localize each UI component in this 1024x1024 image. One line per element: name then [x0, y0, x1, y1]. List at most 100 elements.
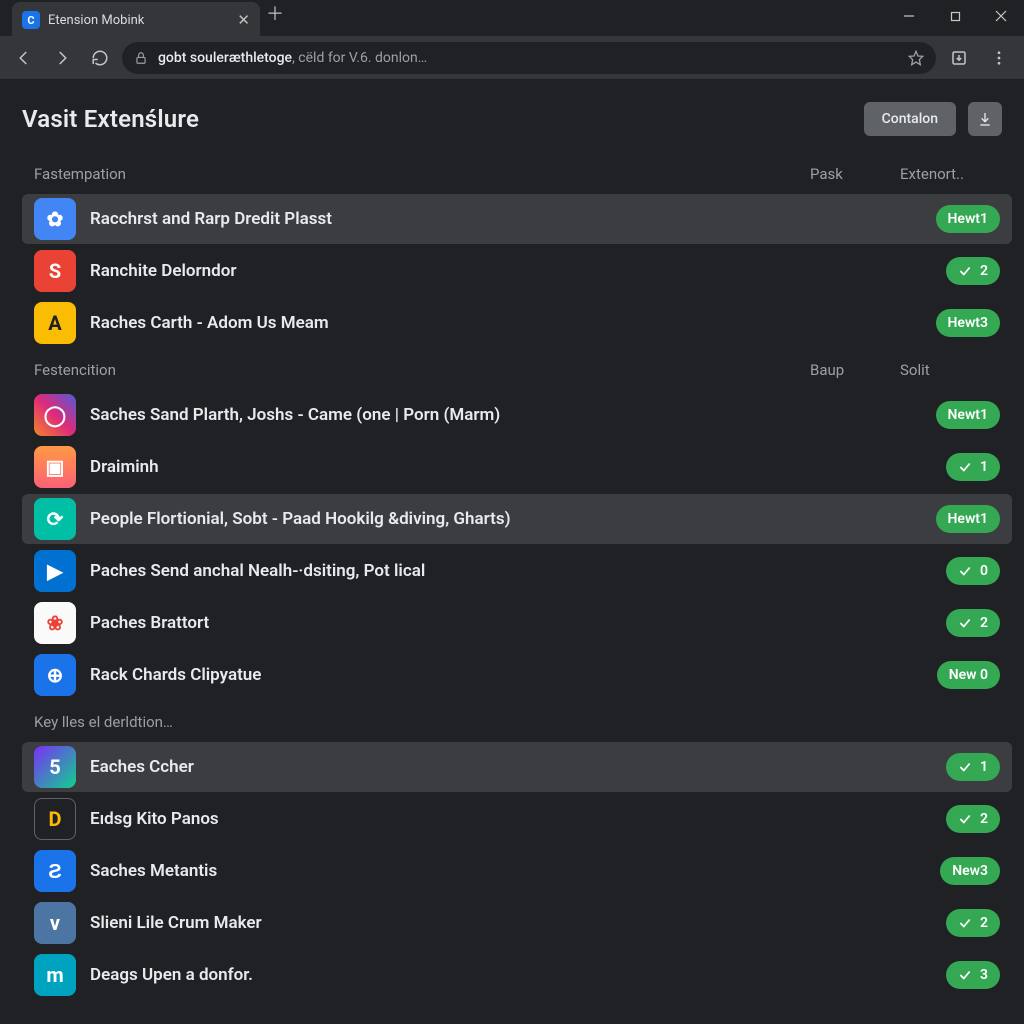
- primary-action-button[interactable]: Contalon: [864, 102, 956, 136]
- col-name: Festencition: [34, 361, 810, 379]
- extension-icon: m: [34, 954, 76, 996]
- lock-icon: [134, 51, 148, 65]
- star-icon[interactable]: [908, 50, 924, 66]
- tab-title: Etension Mobink: [48, 13, 229, 28]
- col-name: Fastempation: [34, 165, 810, 183]
- section-header: FastempationPaskExtenort..: [22, 154, 1012, 194]
- extension-status: Hewt3: [900, 309, 1000, 337]
- window-controls: [886, 0, 1024, 32]
- extension-icon: A: [34, 302, 76, 344]
- extension-row[interactable]: ▶Paches Send anchal Nealh-·dsiting, Pot …: [22, 546, 1012, 596]
- extension-icon: ◯: [34, 394, 76, 436]
- status-pill[interactable]: 1: [946, 753, 1000, 781]
- extension-status: 2: [900, 257, 1000, 285]
- tab-favicon: C: [22, 11, 40, 29]
- extension-status: New 0: [900, 661, 1000, 689]
- maximize-button[interactable]: [932, 0, 978, 32]
- extensions-list[interactable]: FastempationPaskExtenort..✿Racchrst and …: [0, 154, 1024, 1022]
- extension-status: Hewt1: [900, 205, 1000, 233]
- extension-icon: S: [34, 250, 76, 292]
- status-pill[interactable]: Hewt3: [936, 309, 1000, 337]
- extension-icon: 5: [34, 746, 76, 788]
- extension-title: Saches Metantis: [90, 861, 900, 881]
- extension-status: 0: [900, 557, 1000, 585]
- section-header: FestencitionBaupSolit: [22, 350, 1012, 390]
- extension-row[interactable]: m Deags Upen a donfor. 3: [22, 950, 1012, 1000]
- extension-row[interactable]: v Slieni Lile Crum Maker 2: [22, 898, 1012, 948]
- close-window-button[interactable]: [978, 0, 1024, 32]
- minimize-button[interactable]: [886, 0, 932, 32]
- install-icon[interactable]: [942, 41, 976, 75]
- extension-row[interactable]: ⊕ Rack Chards Clipyatue New 0: [22, 650, 1012, 700]
- extension-title: Draiminh: [90, 457, 900, 477]
- browser-tab[interactable]: C Etension Mobink ✕: [12, 2, 260, 38]
- col-mid: Pask: [810, 165, 900, 183]
- page-header: Vasit Extenślure Contalon: [0, 80, 1024, 154]
- extension-title: Eıdsg Kito Panos: [90, 809, 900, 829]
- extension-row[interactable]: ⟳ People Flortionial, Sobt - Paad Hookilg…: [22, 494, 1012, 544]
- menu-icon[interactable]: [982, 41, 1016, 75]
- section-header: Key lles el derldtion…: [22, 702, 1012, 742]
- extension-title: Ranchite Delorndor: [90, 261, 900, 281]
- extension-icon: ⊕: [34, 654, 76, 696]
- col-name: Key lles el derldtion…: [34, 713, 810, 731]
- status-pill[interactable]: 2: [946, 609, 1000, 637]
- col-status: Extenort..: [900, 165, 1000, 183]
- status-pill[interactable]: 2: [946, 805, 1000, 833]
- extension-title: Saches Sand Plarth, Joshs - Came (one | …: [90, 405, 900, 425]
- extension-status: Hewt1: [900, 505, 1000, 533]
- address-bar[interactable]: gobt souleræthletoge, cëld for V.6. donl…: [122, 42, 936, 74]
- extension-row[interactable]: ◯ Saches Sand Plarth, Joshs - Came (one |…: [22, 390, 1012, 440]
- download-button[interactable]: [968, 102, 1002, 136]
- page-title: Vasit Extenślure: [22, 105, 199, 133]
- status-pill[interactable]: New 0: [937, 661, 1000, 689]
- status-pill[interactable]: Hewt1: [936, 205, 1000, 233]
- extension-status: New3: [900, 857, 1000, 885]
- extension-row[interactable]: ✿ Racchrst and Rarp Dredit Plasst Hewt1: [22, 194, 1012, 244]
- extension-row[interactable]: D Eıdsg Kito Panos 2: [22, 794, 1012, 844]
- extension-title: Rack Chards Clipyatue: [90, 665, 900, 685]
- extension-row[interactable]: ❀ Paches Brattort 2: [22, 598, 1012, 648]
- status-pill[interactable]: Newt1: [936, 401, 1000, 429]
- reload-button[interactable]: [84, 42, 116, 74]
- extension-icon: ❀: [34, 602, 76, 644]
- window-titlebar: C Etension Mobink ✕ ＋: [0, 0, 1024, 36]
- browser-toolbar: gobt souleræthletoge, cëld for V.6. donl…: [0, 36, 1024, 80]
- status-pill[interactable]: Hewt1: [936, 505, 1000, 533]
- extension-status: Newt1: [900, 401, 1000, 429]
- back-button[interactable]: [8, 42, 40, 74]
- extension-title: Slieni Lile Crum Maker: [90, 913, 900, 933]
- extension-title: Paches Brattort: [90, 613, 900, 633]
- status-pill[interactable]: 2: [946, 909, 1000, 937]
- extension-title: Eaches Ccher: [90, 757, 900, 777]
- extension-icon: D: [34, 798, 76, 840]
- extension-icon: ▶: [34, 550, 76, 592]
- new-tab-button[interactable]: ＋: [260, 0, 290, 26]
- extension-status: 2: [900, 609, 1000, 637]
- status-pill[interactable]: 3: [946, 961, 1000, 989]
- status-pill[interactable]: New3: [940, 857, 1000, 885]
- extension-row[interactable]: ▣ Draiminh 1: [22, 442, 1012, 492]
- status-pill[interactable]: 2: [946, 257, 1000, 285]
- extension-row[interactable]: A Raches Carth - Adom Us Meam Hewt3: [22, 298, 1012, 348]
- extension-title: Raches Carth - Adom Us Meam: [90, 313, 900, 333]
- status-pill[interactable]: 0: [946, 557, 1000, 585]
- extension-status: 1: [900, 753, 1000, 781]
- status-pill[interactable]: 1: [946, 453, 1000, 481]
- address-text: gobt souleræthletoge, cëld for V.6. donl…: [158, 50, 427, 66]
- extension-title: Racchrst and Rarp Dredit Plasst: [90, 209, 900, 229]
- extension-icon: v: [34, 902, 76, 944]
- extension-row[interactable]: S Ranchite Delorndor 2: [22, 246, 1012, 296]
- extension-status: 1: [900, 453, 1000, 481]
- close-tab-icon[interactable]: ✕: [237, 11, 250, 29]
- extension-status: 2: [900, 805, 1000, 833]
- forward-button[interactable]: [46, 42, 78, 74]
- extension-status: 3: [900, 961, 1000, 989]
- extension-icon: ⟳: [34, 498, 76, 540]
- extension-icon: ✿: [34, 198, 76, 240]
- extension-row[interactable]: ƧSaches MetantisNew3: [22, 846, 1012, 896]
- extension-row[interactable]: 5 Eaches Ccher 1: [22, 742, 1012, 792]
- extension-title: Deags Upen a donfor.: [90, 965, 900, 985]
- extension-icon: ▣: [34, 446, 76, 488]
- extension-title: People Flortionial, Sobt - Paad Hookilg …: [90, 509, 900, 529]
